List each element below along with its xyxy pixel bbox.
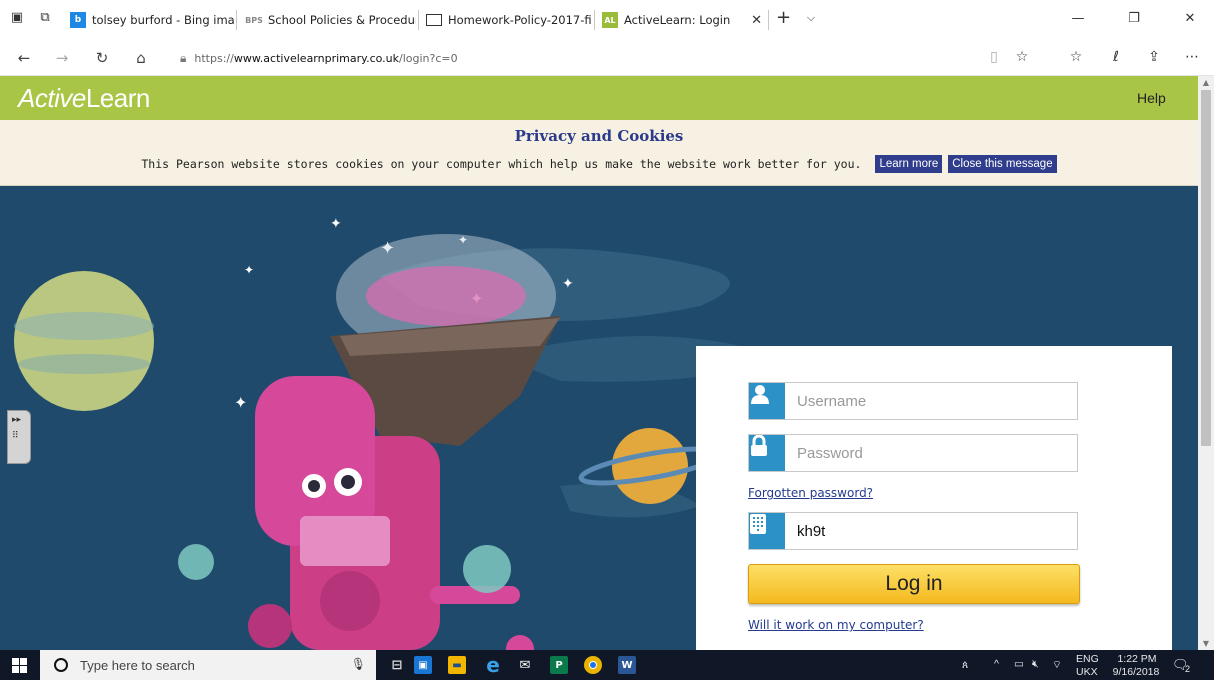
chevron-down-icon[interactable]: ⌵ (804, 11, 818, 25)
browser-tab-bar: ▣ ⧉ b tolsey burford - Bing image BPS Sc… (0, 0, 1214, 40)
svg-text:✦: ✦ (244, 263, 254, 277)
school-code-input[interactable] (797, 514, 1077, 548)
login-panel: Forgotten password? Log in Will it work … (696, 346, 1172, 650)
al-icon: AL (602, 12, 618, 28)
refresh-icon[interactable]: ↻ (92, 49, 112, 67)
taskbar-search-placeholder: Type here to search (80, 657, 195, 673)
notes-pen-icon[interactable]: ℓ (1106, 49, 1126, 65)
language-indicator[interactable]: ENG (1076, 653, 1099, 665)
windows-taskbar: Type here to search 🎙︎ ⊟ ▣ ▬ e ✉ P W ጰ ^… (0, 650, 1214, 680)
username-field[interactable] (748, 382, 1078, 420)
login-button[interactable]: Log in (748, 564, 1080, 604)
school-code-field[interactable] (748, 512, 1078, 550)
tab-divider (594, 10, 595, 30)
username-input[interactable] (797, 384, 1077, 418)
forgotten-password-link[interactable]: Forgotten password? (748, 486, 873, 500)
tab-homework-policy[interactable]: Homework-Policy-2017-fina (420, 6, 592, 34)
tab-title: Homework-Policy-2017-fina (448, 13, 592, 27)
close-message-button[interactable]: Close this message (948, 155, 1057, 173)
tab-divider (236, 10, 237, 30)
forward-icon[interactable]: → (52, 49, 72, 67)
wifi-icon[interactable]: ⌔ (1052, 658, 1062, 672)
tab-title: tolsey burford - Bing image (92, 13, 234, 27)
password-field[interactable] (748, 434, 1078, 472)
bps-icon: BPS (245, 15, 263, 25)
site-header: ActiveLearn Help (0, 76, 1198, 120)
windows-start-icon[interactable] (12, 658, 27, 673)
cortana-icon (54, 658, 68, 672)
address-bar[interactable]: 🔒︎ https://www.activelearnprimary.co.uk/… (180, 47, 1000, 69)
share-icon[interactable]: ⇪ (1144, 49, 1164, 65)
people-icon[interactable]: ጰ (962, 659, 968, 672)
page-scrollbar[interactable]: ▲ ▼ (1198, 76, 1214, 650)
cookie-title: Privacy and Cookies (514, 127, 684, 145)
svg-text:✦: ✦ (234, 393, 247, 412)
scroll-up-icon[interactable]: ▲ (1201, 78, 1211, 87)
tab-divider (418, 10, 419, 30)
padlock-icon (749, 435, 785, 471)
file-explorer-icon[interactable]: ▬ (448, 656, 466, 674)
restore-icon[interactable]: ❐ (1124, 11, 1144, 26)
taskbar-search-box[interactable]: Type here to search 🎙︎ (40, 650, 376, 680)
close-window-icon[interactable]: ✕ (1180, 11, 1200, 26)
back-icon[interactable]: ← (14, 49, 34, 67)
document-icon (426, 14, 442, 26)
svg-text:✦: ✦ (562, 276, 574, 292)
scroll-down-icon[interactable]: ▼ (1201, 639, 1211, 648)
lock-icon: 🔒︎ (180, 50, 187, 65)
keypad-icon (749, 513, 785, 549)
favorites-list-icon[interactable]: ☆ (1066, 49, 1086, 65)
favorite-star-icon[interactable]: ☆ (1012, 49, 1032, 65)
activelearn-logo[interactable]: ActiveLearn (18, 83, 150, 114)
reading-view-icon[interactable]: ▯ (984, 49, 1004, 65)
locale-indicator[interactable]: UKX (1076, 666, 1098, 678)
user-icon (749, 383, 785, 419)
microphone-icon[interactable]: 🎙︎ (351, 657, 366, 671)
scrollbar-thumb[interactable] (1201, 90, 1211, 446)
url-path: /login?c=0 (399, 51, 458, 65)
chrome-icon[interactable] (584, 656, 602, 674)
tab-bing-images[interactable]: b tolsey burford - Bing image (64, 6, 234, 34)
password-input[interactable] (797, 436, 1077, 470)
bing-icon: b (70, 12, 86, 28)
notification-count: 2 (1185, 664, 1191, 674)
minimize-icon[interactable]: — (1068, 11, 1088, 26)
show-hidden-icons-icon[interactable]: ^ (994, 658, 999, 670)
tab-manager-icon[interactable]: ▣ (10, 11, 24, 25)
battery-icon[interactable]: ▭ (1014, 658, 1024, 670)
tab-activelearn-login[interactable]: AL ActiveLearn: Login ✕ (596, 6, 766, 34)
browser-nav-bar: ← → ↻ ⌂ 🔒︎ https://www.activelearnprimar… (0, 40, 1214, 76)
clock-time[interactable]: 1:22 PM (1112, 653, 1162, 665)
new-tab-icon[interactable]: + (776, 9, 791, 27)
close-tab-icon[interactable]: ✕ (751, 13, 762, 28)
publisher-icon[interactable]: P (550, 656, 568, 674)
help-link[interactable]: Help (1137, 90, 1166, 106)
cookie-message: This Pearson website stores cookies on y… (141, 157, 862, 171)
svg-text:✦: ✦ (330, 216, 342, 232)
url-prefix: https:// (194, 51, 234, 65)
mail-icon[interactable]: ✉ (516, 656, 534, 674)
learn-more-button[interactable]: Learn more (875, 155, 943, 173)
edge-browser-icon[interactable]: e (484, 653, 502, 677)
cookie-banner: Privacy and Cookies This Pearson website… (0, 120, 1198, 186)
clock-date[interactable]: 9/16/2018 (1106, 666, 1166, 678)
word-icon[interactable]: W (618, 656, 636, 674)
home-icon[interactable]: ⌂ (131, 49, 151, 67)
tab-school-policies[interactable]: BPS School Policies & Procedure (240, 6, 416, 34)
will-it-work-link[interactable]: Will it work on my computer? (748, 618, 924, 632)
tab-title: ActiveLearn: Login (624, 13, 731, 27)
task-view-icon[interactable]: ⊟ (388, 656, 406, 674)
more-icon[interactable]: ⋯ (1182, 49, 1202, 65)
tab-divider (768, 10, 769, 30)
volume-muted-icon[interactable]: 🔇︎ (1032, 658, 1039, 671)
photos-app-icon[interactable]: ▣ (414, 656, 432, 674)
set-aside-tabs-icon[interactable]: ⧉ (38, 11, 52, 25)
url-host: www.activelearnprimary.co.uk (233, 51, 400, 65)
sidebar-toggle-handle[interactable]: ▸▸ ⠿ (7, 410, 31, 464)
web-page: ActiveLearn Help Privacy and Cookies Thi… (0, 76, 1198, 650)
tab-title: School Policies & Procedure (268, 13, 416, 27)
hero-illustration: ✦ ✦ ✦ ✦ ✦ ✦ ✦ (0, 186, 1198, 650)
